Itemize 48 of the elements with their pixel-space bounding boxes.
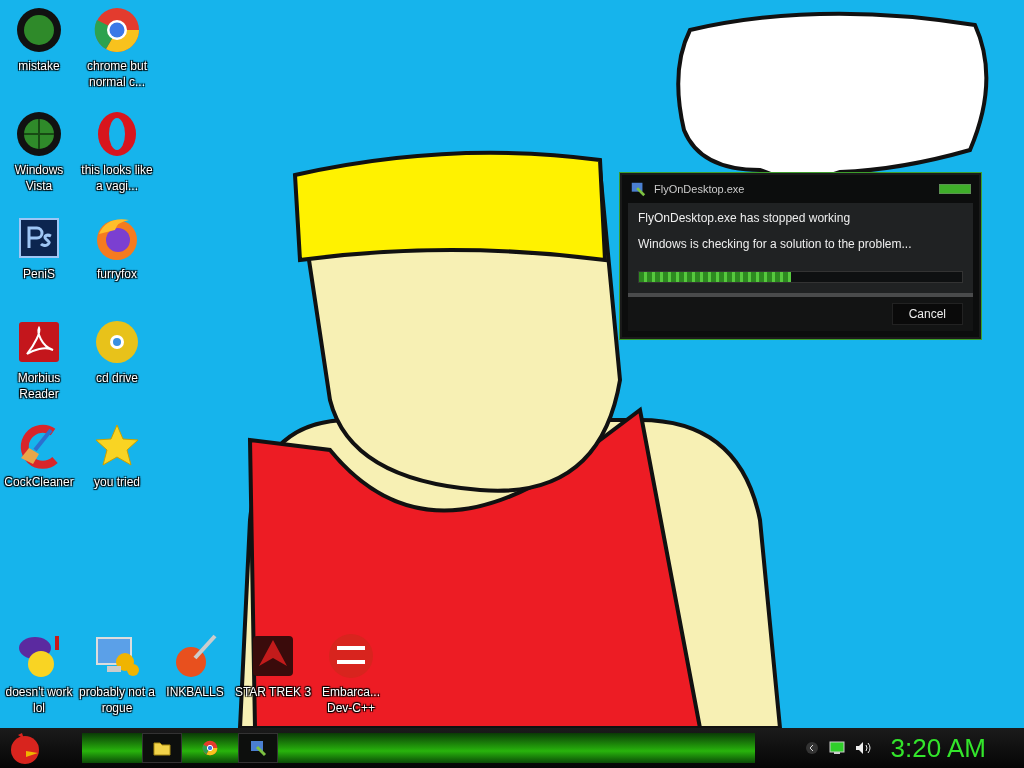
error-heading: FlyOnDesktop.exe has stopped working <box>638 211 852 225</box>
chevron-icon[interactable] <box>804 741 819 755</box>
desktop-icon[interactable]: Embarca... Dev-C++ <box>312 632 390 716</box>
chrome-icon <box>93 6 141 54</box>
icon-label: probably not a rogue <box>78 684 156 716</box>
icon-label: Windows Vista <box>13 162 65 194</box>
desktop-icon[interactable]: probably not a rogue <box>78 632 156 716</box>
desktop-icon[interactable]: mistake <box>0 6 78 110</box>
icon-label: cd drive <box>95 370 139 386</box>
status-message: Windows is checking for a solution to the problem... <box>638 237 913 251</box>
bird-start-icon[interactable] <box>8 731 42 765</box>
window-title: FlyOnDesktop.exe <box>654 183 746 195</box>
folder-icon <box>153 740 171 756</box>
icon-label: Morbius Reader <box>16 370 62 402</box>
icon-label: PeniS <box>22 266 56 282</box>
icon-label: this looks like a vagi... <box>80 162 154 194</box>
clock[interactable]: 3:20 AM <box>890 732 986 764</box>
icon-label: furryfox <box>96 266 138 282</box>
taskbar-button[interactable] <box>142 733 182 763</box>
desktop-icon[interactable]: Morbius Reader <box>0 318 78 422</box>
orb-icon <box>15 110 63 158</box>
desktop-icon[interactable]: cd drive <box>78 318 156 422</box>
chrome-icon <box>202 740 218 756</box>
monitor-icon[interactable] <box>828 741 845 755</box>
icon-label: doesn't work lol <box>4 684 74 716</box>
desktop-icon[interactable]: Windows Vista <box>0 110 78 214</box>
icon-label: Embarca... Dev-C++ <box>321 684 381 716</box>
disc-icon <box>93 318 141 366</box>
program-icon <box>630 181 646 197</box>
desktop-icon[interactable]: this looks like a vagi... <box>78 110 156 214</box>
cancel-button[interactable]: Cancel <box>891 303 963 325</box>
speaker-icon[interactable] <box>854 741 871 755</box>
desktop-icon[interactable]: furryfox <box>78 214 156 318</box>
icon-label: you tried <box>93 474 141 490</box>
icon-label: STAR TREK 3 <box>234 684 312 700</box>
icon-label: INKBALLS <box>165 684 225 700</box>
desktop-icon[interactable]: CockCleaner <box>0 422 78 526</box>
icon-label: chrome but normal c... <box>86 58 148 90</box>
desktop-icon[interactable]: INKBALLS <box>156 632 234 716</box>
desktop-icon[interactable]: PeniS <box>0 214 78 318</box>
desktop-icon[interactable]: doesn't work lol <box>0 632 78 716</box>
program-icon <box>249 739 267 757</box>
desktop-icon[interactable]: you tried <box>78 422 156 526</box>
desktop-icon[interactable]: chrome but normal c... <box>78 6 156 110</box>
icon-label: CockCleaner <box>3 474 75 490</box>
desktop-icon[interactable]: STAR TREK 3 <box>234 632 312 716</box>
icon-label: mistake <box>17 58 61 74</box>
taskbar-button[interactable] <box>238 733 278 763</box>
